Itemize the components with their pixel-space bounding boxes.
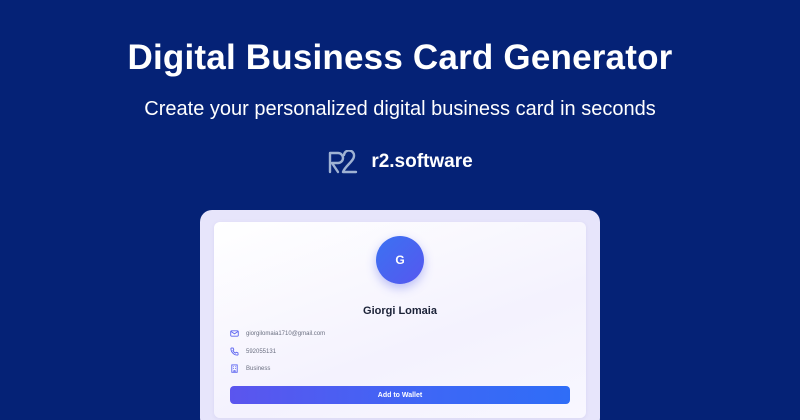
email-row: giorgilomaia1710@gmail.com: [230, 329, 325, 338]
page-subtitle: Create your personalized digital busines…: [144, 98, 656, 120]
avatar: G: [376, 236, 424, 284]
building-icon: [230, 364, 239, 373]
category-text: Business: [246, 365, 271, 372]
email-text: giorgilomaia1710@gmail.com: [246, 330, 326, 337]
page-title: Digital Business Card Generator: [127, 38, 673, 77]
mail-icon: [230, 329, 239, 338]
phone-row: 592055131: [230, 347, 276, 356]
brand: r2.software: [0, 150, 800, 174]
phone-icon: [230, 347, 239, 356]
card-preview-frame: G Giorgi Lomaia giorgilomaia1710@gmail.c…: [200, 210, 600, 420]
phone-text: 592055131: [246, 348, 277, 355]
category-row: Business: [230, 364, 270, 373]
brand-name: r2.software: [371, 151, 473, 172]
r2-logo-icon: [327, 150, 359, 174]
card-name: Giorgi Lomaia: [363, 305, 437, 317]
business-card: G Giorgi Lomaia giorgilomaia1710@gmail.c…: [214, 222, 586, 418]
add-to-wallet-button[interactable]: Add to Wallet: [230, 386, 570, 404]
